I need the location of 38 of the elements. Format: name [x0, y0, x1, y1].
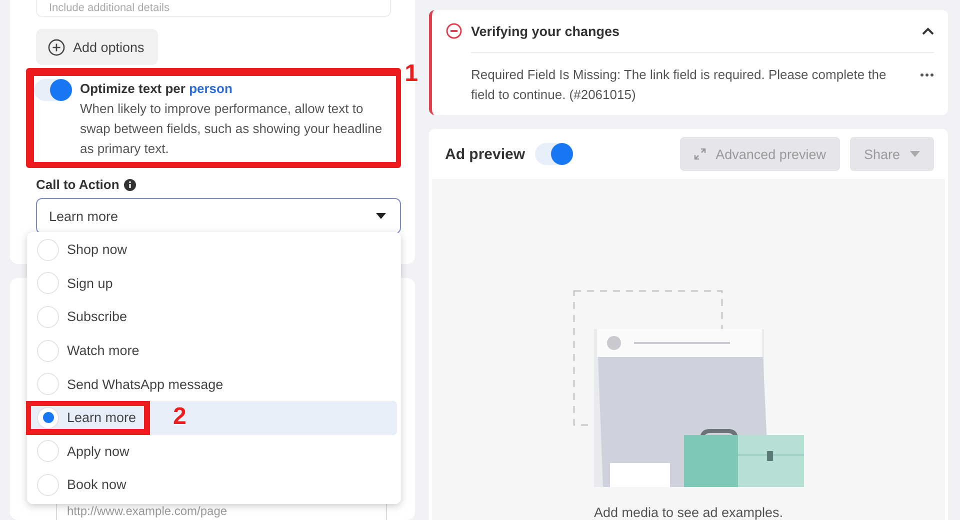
field-label: Call to Action — [36, 177, 120, 192]
radio-button[interactable] — [37, 440, 59, 462]
radio-button[interactable] — [37, 238, 59, 261]
menu-option[interactable]: Apply now — [27, 434, 397, 468]
radio-button[interactable] — [37, 272, 59, 294]
option-title: Optimize text per person — [80, 80, 234, 98]
plus-icon — [48, 38, 65, 56]
person-link[interactable]: person — [189, 81, 232, 96]
radio-button[interactable] — [37, 306, 59, 328]
more-icon[interactable] — [920, 73, 934, 77]
menu-option[interactable]: Learn more 2 — [27, 400, 397, 435]
chevron-icon[interactable] — [922, 27, 934, 35]
radio-button[interactable] — [37, 406, 59, 429]
caret-icon — [376, 213, 386, 219]
preview-title: Ad preview — [445, 146, 526, 162]
toggle-switch[interactable] — [535, 143, 574, 165]
menu-option[interactable]: Sign up — [27, 266, 397, 300]
info-icon — [124, 178, 136, 190]
menu-option[interactable]: Send WhatsApp message — [27, 367, 397, 401]
option-description: When likely to improve performance, allow text to swap between fields, such as showing your headline as primary text. — [80, 100, 384, 158]
expand-icon — [694, 148, 706, 160]
radio-button[interactable] — [37, 474, 59, 496]
caret-icon — [910, 151, 920, 157]
radio-button[interactable] — [37, 340, 59, 362]
add-options-button[interactable]: Add options — [36, 29, 158, 65]
annotation-number: 1 — [404, 62, 418, 86]
toggle-switch[interactable] — [34, 79, 72, 101]
alert-title: Verifying your changes — [471, 24, 621, 38]
menu-option[interactable]: Shop now — [27, 233, 397, 267]
empty-state-message: Add media to see ad examples. — [594, 505, 784, 520]
details-field[interactable]: Include additional details — [36, 0, 391, 17]
annotation-number: 2 — [173, 404, 186, 429]
menu-option[interactable]: Subscribe — [27, 300, 397, 334]
radio-button[interactable] — [37, 373, 59, 396]
error-icon — [446, 23, 462, 39]
menu-option[interactable]: Book now — [27, 468, 397, 502]
menu-option[interactable]: Watch more — [27, 334, 397, 368]
alert-message: Required Field Is Missing: The link field is required. Please complete the field to continue. (#2061015) — [471, 66, 888, 104]
